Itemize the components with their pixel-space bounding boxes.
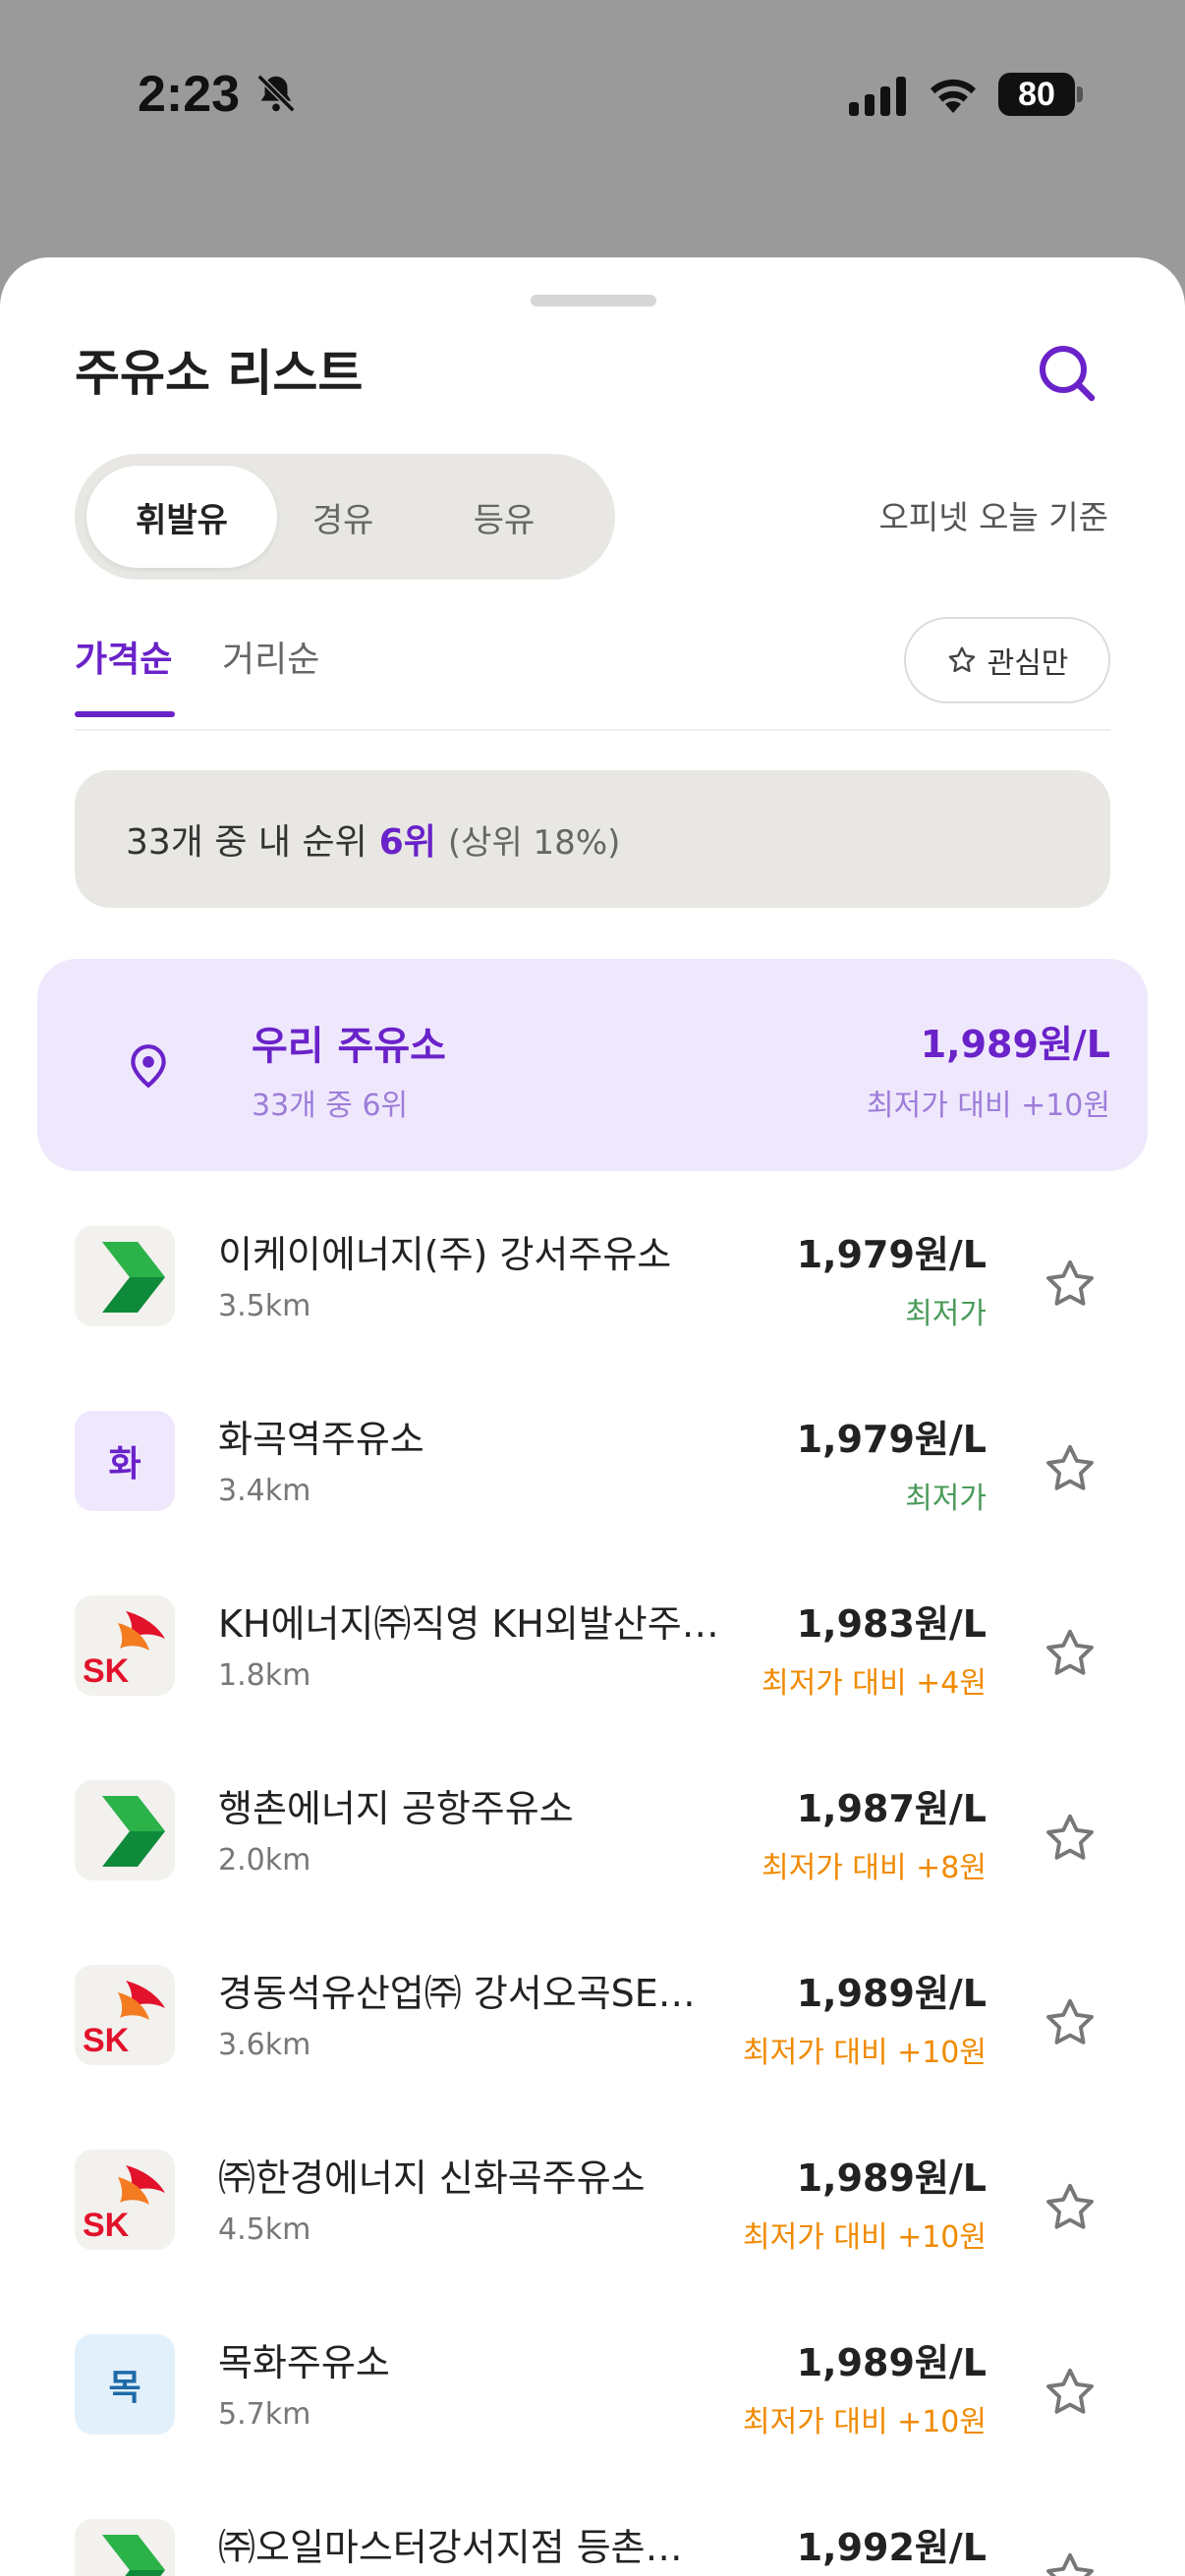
station-price: 1,989원/L — [796, 2341, 987, 2384]
rank-value: 6위 — [378, 822, 436, 863]
station-row[interactable]: SK ㈜한경에너지 신화곡주유소 4.5km 1,989원/L 최저가 대비 +10원 — [0, 2124, 1185, 2309]
station-price: 1,989원/L — [796, 1972, 987, 2015]
station-price: 1,992원/L — [796, 2526, 987, 2569]
sheet-title: 주유소 리스트 — [75, 345, 364, 402]
tab-sort-price[interactable]: 가격순 — [75, 631, 172, 682]
station-price: 1,979원/L — [796, 1418, 987, 1461]
station-logo: SK — [75, 1965, 175, 2065]
sk-logo-icon: SK — [75, 2150, 175, 2250]
status-bar: 2:23 80 — [0, 0, 1185, 196]
battery-tip — [1077, 86, 1083, 102]
station-logo: 목 — [75, 2334, 175, 2435]
station-logo — [75, 1780, 175, 1880]
favorite-star-icon[interactable] — [1042, 2364, 1099, 2421]
active-tab-indicator — [75, 711, 175, 717]
wifi-icon — [931, 79, 976, 113]
favorite-star-icon[interactable] — [1042, 1256, 1099, 1313]
tab-divider — [75, 729, 1110, 731]
my-station-rank: 33개 중 6위 — [252, 1089, 409, 1123]
favorite-star-icon[interactable] — [1042, 2179, 1099, 2236]
green-arrow-logo-icon — [75, 2519, 175, 2576]
station-row[interactable]: 목 목화주유소 5.7km 1,989원/L 최저가 대비 +10원 — [0, 2309, 1185, 2493]
station-price: 1,989원/L — [796, 2156, 987, 2200]
station-price-diff: 최저가 대비 +10원 — [743, 2036, 987, 2070]
green-arrow-logo-icon — [75, 1226, 175, 1326]
station-distance: 3.6km — [218, 2028, 311, 2062]
tab-sort-distance[interactable]: 거리순 — [222, 631, 319, 682]
bell-muted-icon — [256, 74, 296, 113]
battery-indicator: 80 — [998, 73, 1075, 116]
station-price-diff: 최저가 대비 +10원 — [743, 2405, 987, 2439]
favorite-star-icon[interactable] — [1042, 2548, 1099, 2576]
star-outline-icon — [948, 646, 975, 673]
svg-text:SK: SK — [83, 2207, 130, 2244]
station-row[interactable]: 화 화곡역주유소 3.4km 1,979원/L 최저가 — [0, 1385, 1185, 1570]
favorite-star-icon[interactable] — [1042, 1625, 1099, 1682]
station-logo — [75, 1226, 175, 1326]
station-name: 이케이에너지(주) 강서주유소 — [218, 1233, 672, 1276]
rank-prefix: 33개 중 내 순위 — [126, 822, 367, 863]
my-station-name: 우리 주유소 — [252, 1024, 446, 1069]
my-rank-summary: 33개 중 내 순위 6위 (상위 18%) — [75, 770, 1110, 908]
svg-text:SK: SK — [83, 1652, 130, 1690]
favorite-star-icon[interactable] — [1042, 1994, 1099, 2051]
my-station-price: 1,989원/L — [920, 1023, 1110, 1066]
station-price-diff: 최저가 — [905, 1297, 987, 1331]
station-distance: 2.0km — [218, 1843, 311, 1877]
station-name: KH에너지㈜직영 KH외발산주… — [218, 1602, 719, 1646]
station-price-diff: 최저가 대비 +8원 — [762, 1851, 987, 1885]
station-logo: SK — [75, 2150, 175, 2250]
station-row[interactable]: 행촌에너지 공항주유소 2.0km 1,987원/L 최저가 대비 +8원 — [0, 1755, 1185, 1939]
data-source-note: 오피넷 오늘 기준 — [878, 498, 1109, 536]
station-name: 화곡역주유소 — [218, 1418, 424, 1461]
fuel-option-kerosene[interactable]: 등유 — [409, 466, 599, 568]
station-logo: SK — [75, 1596, 175, 1696]
station-price-diff: 최저가 대비 +4원 — [762, 1666, 987, 1701]
cellular-signal-icon — [849, 77, 906, 116]
station-row[interactable]: SK 경동석유산업㈜ 강서오곡SE… 3.6km 1,989원/L 최저가 대비 +10… — [0, 1939, 1185, 2124]
station-name: ㈜오일마스터강서지점 등촌… — [218, 2526, 683, 2569]
station-logo-text: 목 — [108, 2368, 141, 2408]
sk-logo-icon: SK — [75, 1965, 175, 2065]
station-name: ㈜한경에너지 신화곡주유소 — [218, 2156, 646, 2200]
station-logo: 화 — [75, 1411, 175, 1511]
station-logo — [75, 2519, 175, 2576]
station-distance: 3.4km — [218, 1474, 311, 1508]
svg-text:SK: SK — [83, 2022, 130, 2059]
station-price: 1,979원/L — [796, 1233, 987, 1276]
station-logo-text: 화 — [108, 1444, 141, 1484]
battery-level: 80 — [1018, 75, 1055, 113]
station-price: 1,987원/L — [796, 1787, 987, 1830]
fuel-type-toggle: 휘발유 경유 등유 — [75, 454, 615, 580]
favorite-star-icon[interactable] — [1042, 1440, 1099, 1497]
rank-percentile: (상위 18%) — [447, 822, 621, 863]
station-distance: 1.8km — [218, 1658, 311, 1693]
station-row[interactable]: SK KH에너지㈜직영 KH외발산주… 1.8km 1,983원/L 최저가 대비 +4… — [0, 1570, 1185, 1755]
station-row[interactable]: ㈜오일마스터강서지점 등촌… 1,992원/L — [0, 2493, 1185, 2576]
favorite-star-icon[interactable] — [1042, 1810, 1099, 1867]
favorites-only-button[interactable]: 관심만 — [904, 617, 1110, 703]
favorites-only-label: 관심만 — [987, 646, 1069, 681]
station-distance: 3.5km — [218, 1289, 311, 1323]
status-time: 2:23 — [138, 66, 241, 123]
station-price-diff: 최저가 대비 +10원 — [743, 2220, 987, 2255]
sheet-grabber[interactable] — [531, 295, 656, 307]
station-price: 1,983원/L — [796, 1602, 987, 1646]
station-name: 행촌에너지 공항주유소 — [218, 1787, 574, 1830]
my-station-diff: 최저가 대비 +10원 — [867, 1089, 1110, 1123]
station-distance: 5.7km — [218, 2397, 311, 2432]
my-station-card[interactable]: 우리 주유소 33개 중 6위 1,989원/L 최저가 대비 +10원 — [37, 959, 1148, 1171]
location-pin-icon — [131, 1044, 166, 1089]
station-distance: 4.5km — [218, 2212, 311, 2247]
search-icon[interactable] — [1036, 342, 1099, 405]
sk-logo-icon: SK — [75, 1596, 175, 1696]
green-arrow-logo-icon — [75, 1780, 175, 1880]
station-price-diff: 최저가 — [905, 1482, 987, 1516]
station-list-sheet: 주유소 리스트 휘발유 경유 등유 오피넷 오늘 기준 가격순 거리순 관심만 … — [0, 257, 1185, 2576]
station-row[interactable]: 이케이에너지(주) 강서주유소 3.5km 1,979원/L 최저가 — [0, 1201, 1185, 1385]
station-name: 경동석유산업㈜ 강서오곡SE… — [218, 1972, 696, 2015]
station-name: 목화주유소 — [218, 2341, 390, 2384]
